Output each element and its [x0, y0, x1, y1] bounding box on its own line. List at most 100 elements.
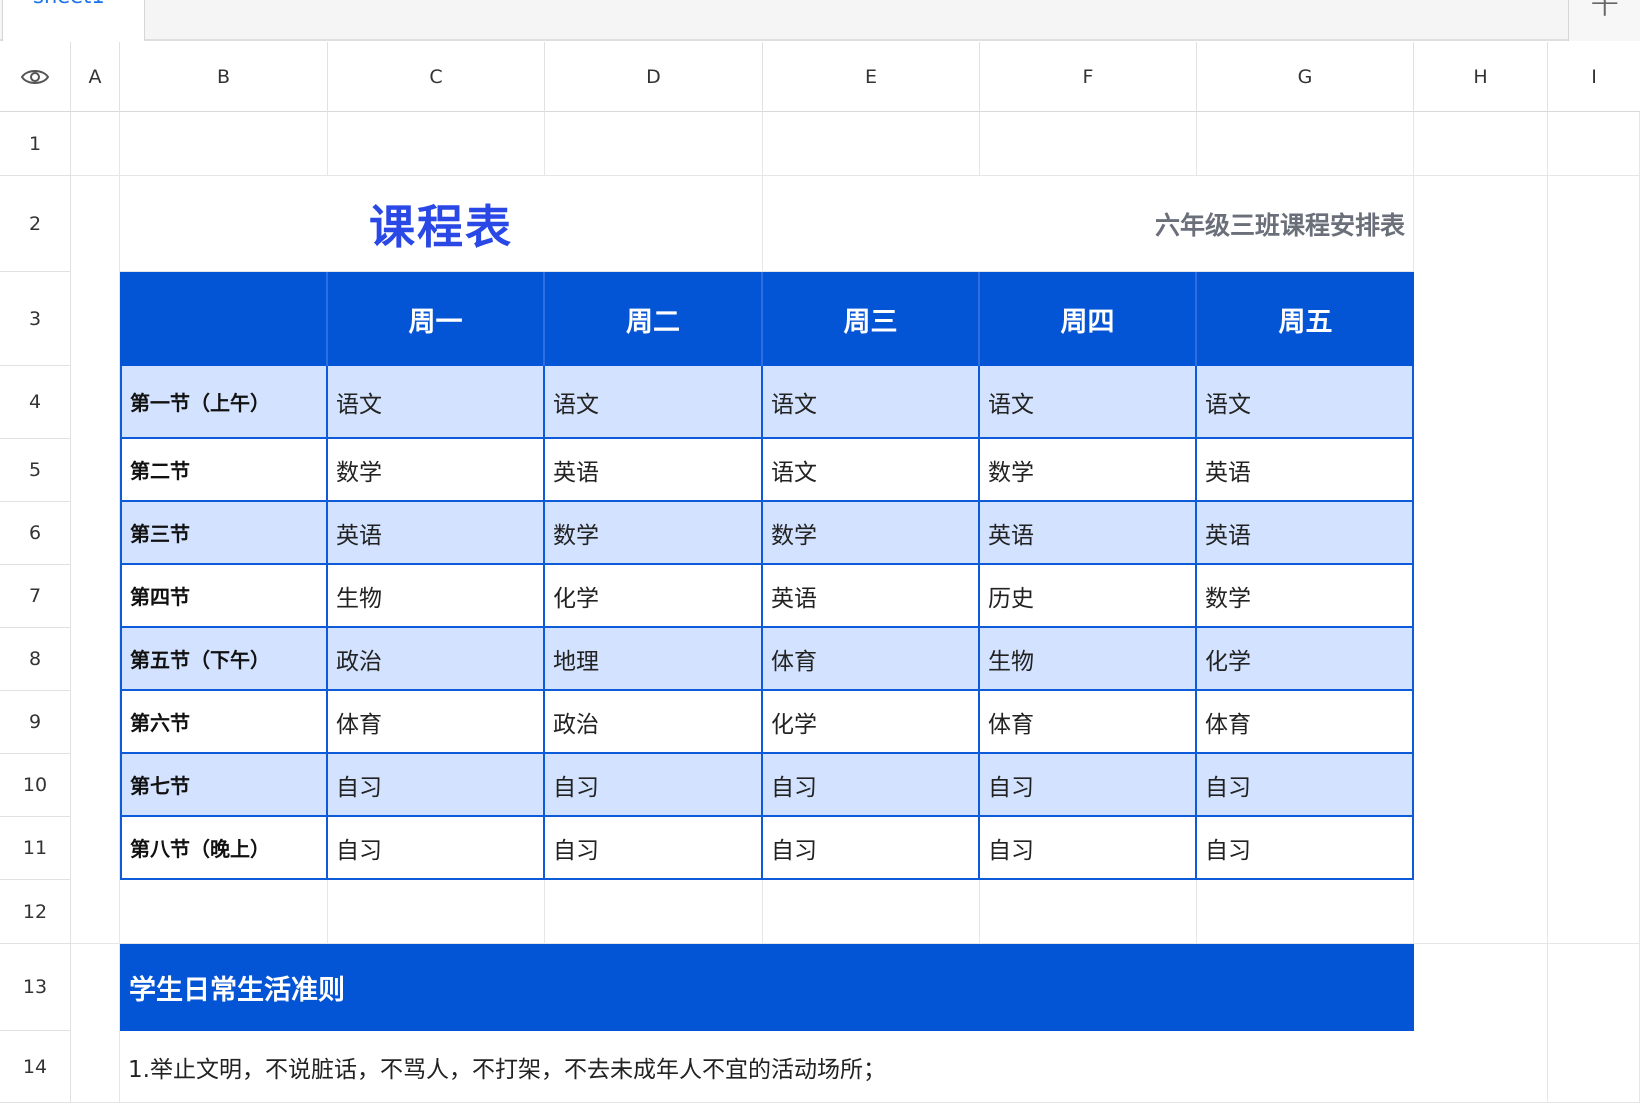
subject-cell[interactable]: 英语: [980, 502, 1197, 565]
row-header-6[interactable]: 6: [0, 502, 71, 565]
grid-cell[interactable]: [1414, 112, 1548, 176]
column-header-i[interactable]: I: [1548, 42, 1640, 112]
column-h-cells[interactable]: [1414, 176, 1548, 944]
grid-cell[interactable]: [1197, 880, 1414, 944]
subject-cell[interactable]: 历史: [980, 565, 1197, 628]
day-header-wed[interactable]: 周三: [763, 272, 980, 366]
subject-cell[interactable]: 政治: [545, 691, 763, 754]
subject-cell[interactable]: 自习: [328, 817, 545, 880]
subject-cell[interactable]: 语文: [763, 439, 980, 502]
subject-cell[interactable]: 语文: [328, 366, 545, 439]
subject-cell[interactable]: 体育: [763, 628, 980, 691]
row-header-11[interactable]: 11: [0, 817, 71, 880]
rule-item[interactable]: 1.举止文明，不说脏话，不骂人，不打架，不去未成年人不宜的活动场所；: [120, 1031, 1414, 1103]
day-header-mon[interactable]: 周一: [328, 272, 545, 366]
grid-cell[interactable]: [980, 112, 1197, 176]
row-header-4[interactable]: 4: [0, 366, 71, 439]
row-header-2[interactable]: 2: [0, 176, 71, 272]
grid-cell[interactable]: [980, 880, 1197, 944]
grid-cell[interactable]: [120, 880, 328, 944]
column-header-f[interactable]: F: [980, 42, 1197, 112]
subject-cell[interactable]: 数学: [980, 439, 1197, 502]
subject-cell[interactable]: 英语: [328, 502, 545, 565]
subject-cell[interactable]: 生物: [328, 565, 545, 628]
subject-cell[interactable]: 体育: [980, 691, 1197, 754]
subject-cell[interactable]: 语文: [980, 366, 1197, 439]
period-label[interactable]: 第一节（上午）: [120, 366, 328, 439]
row-header-7[interactable]: 7: [0, 565, 71, 628]
subject-cell[interactable]: 语文: [1197, 366, 1414, 439]
subject-cell[interactable]: 语文: [545, 366, 763, 439]
subject-cell[interactable]: 化学: [763, 691, 980, 754]
column-a-cells[interactable]: [71, 944, 120, 1103]
schedule-title[interactable]: 课程表: [120, 176, 763, 272]
subject-cell[interactable]: 自习: [545, 817, 763, 880]
grid-cell[interactable]: [120, 112, 328, 176]
subject-cell[interactable]: 地理: [545, 628, 763, 691]
grid-cell[interactable]: [763, 880, 980, 944]
select-all-corner[interactable]: [0, 42, 71, 112]
period-label[interactable]: 第五节（下午）: [120, 628, 328, 691]
column-header-g[interactable]: G: [1197, 42, 1414, 112]
subject-cell[interactable]: 体育: [328, 691, 545, 754]
subject-cell[interactable]: 政治: [328, 628, 545, 691]
subject-cell[interactable]: 自习: [980, 754, 1197, 817]
period-label[interactable]: 第三节: [120, 502, 328, 565]
row-header-9[interactable]: 9: [0, 691, 71, 754]
rules-header[interactable]: 学生日常生活准则: [120, 944, 1414, 1031]
row-header-10[interactable]: 10: [0, 754, 71, 817]
column-header-a[interactable]: A: [71, 42, 120, 112]
column-header-b[interactable]: B: [120, 42, 328, 112]
subject-cell[interactable]: 化学: [545, 565, 763, 628]
grid-cell[interactable]: [545, 880, 763, 944]
column-header-e[interactable]: E: [763, 42, 980, 112]
column-header-d[interactable]: D: [545, 42, 763, 112]
row-header-13[interactable]: 13: [0, 944, 71, 1031]
grid-cell[interactable]: [328, 112, 545, 176]
period-label[interactable]: 第八节（晚上）: [120, 817, 328, 880]
row-header-5[interactable]: 5: [0, 439, 71, 502]
period-label[interactable]: 第二节: [120, 439, 328, 502]
row-header-12[interactable]: 12: [0, 880, 71, 944]
column-i-cells[interactable]: [1548, 944, 1640, 1103]
subject-cell[interactable]: 生物: [980, 628, 1197, 691]
period-label[interactable]: 第六节: [120, 691, 328, 754]
subject-cell[interactable]: 化学: [1197, 628, 1414, 691]
subject-cell[interactable]: 自习: [1197, 817, 1414, 880]
grid-cell[interactable]: [71, 112, 120, 176]
grid-cell[interactable]: [1197, 112, 1414, 176]
column-header-h[interactable]: H: [1414, 42, 1548, 112]
period-label[interactable]: 第七节: [120, 754, 328, 817]
grid-cell[interactable]: [545, 112, 763, 176]
period-label[interactable]: 第四节: [120, 565, 328, 628]
subject-cell[interactable]: 数学: [545, 502, 763, 565]
day-header-fri[interactable]: 周五: [1197, 272, 1414, 366]
day-header-blank[interactable]: [120, 272, 328, 366]
grid-cell[interactable]: [328, 880, 545, 944]
column-h-cells[interactable]: [1414, 944, 1548, 1103]
grid-cell[interactable]: [1548, 112, 1640, 176]
row-header-14[interactable]: 14: [0, 1031, 71, 1103]
subject-cell[interactable]: 自习: [545, 754, 763, 817]
subject-cell[interactable]: 数学: [1197, 565, 1414, 628]
sheet-tab-sheet1[interactable]: sheet1: [2, 0, 145, 41]
subject-cell[interactable]: 自习: [1197, 754, 1414, 817]
subject-cell[interactable]: 英语: [1197, 439, 1414, 502]
subject-cell[interactable]: 自习: [980, 817, 1197, 880]
subject-cell[interactable]: 自习: [763, 754, 980, 817]
schedule-subtitle[interactable]: 六年级三班课程安排表: [763, 176, 1414, 272]
subject-cell[interactable]: 英语: [763, 565, 980, 628]
subject-cell[interactable]: 体育: [1197, 691, 1414, 754]
row-header-1[interactable]: 1: [0, 112, 71, 176]
row-header-8[interactable]: 8: [0, 628, 71, 691]
subject-cell[interactable]: 数学: [763, 502, 980, 565]
subject-cell[interactable]: 英语: [545, 439, 763, 502]
eye-icon[interactable]: [20, 67, 50, 87]
day-header-tue[interactable]: 周二: [545, 272, 763, 366]
subject-cell[interactable]: 自习: [328, 754, 545, 817]
column-i-cells[interactable]: [1548, 176, 1640, 944]
column-a-cells[interactable]: [71, 176, 120, 944]
subject-cell[interactable]: 英语: [1197, 502, 1414, 565]
day-header-thu[interactable]: 周四: [980, 272, 1197, 366]
column-header-c[interactable]: C: [328, 42, 545, 112]
